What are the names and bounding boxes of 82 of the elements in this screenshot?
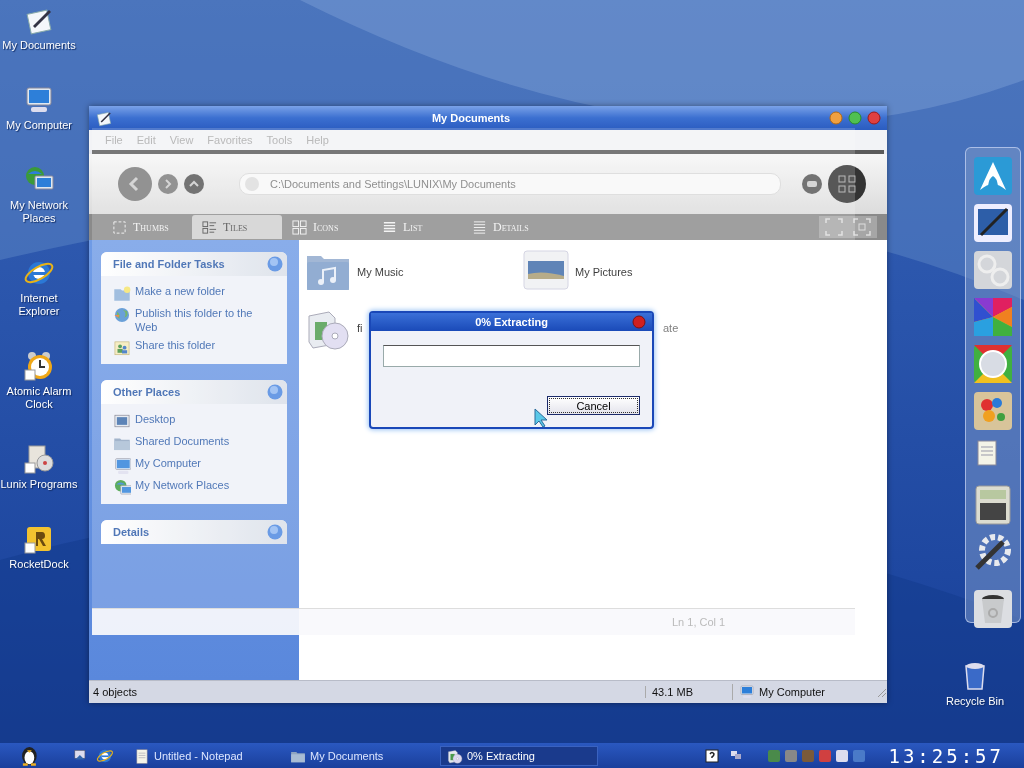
collapse-button[interactable]	[267, 384, 283, 400]
view-mode-icon	[472, 219, 487, 235]
paint-palette-icon[interactable]	[973, 391, 1013, 431]
cancel-button[interactable]: Cancel	[547, 396, 640, 415]
clock: 13:25:57	[888, 744, 1004, 767]
notepad-icon	[134, 747, 150, 764]
documents-icon	[95, 109, 113, 127]
forward-button[interactable]	[157, 173, 179, 195]
task-link[interactable]: My Computer	[135, 456, 202, 470]
status-text: 43.1 MB	[645, 686, 732, 698]
file-label[interactable]: fi	[357, 322, 363, 334]
trash-can-icon[interactable]	[973, 589, 1013, 629]
maximize-button[interactable]	[848, 111, 862, 125]
taskbar-button[interactable]: 0% Extracting	[440, 745, 598, 766]
gear-screwdriver-icon[interactable]	[973, 532, 1013, 572]
status-text: My Computer	[759, 686, 826, 698]
task-link[interactable]: Desktop	[135, 412, 176, 426]
taskbar-button[interactable]: Untitled - Notepad	[128, 745, 270, 766]
screen-pen-icon[interactable]	[973, 203, 1013, 243]
desktop-icon	[113, 412, 131, 430]
task-link[interactable]: Publish this folder to the Web	[135, 306, 267, 334]
glass-orb-icon[interactable]	[973, 344, 1013, 384]
window-title: My Documents	[430, 112, 512, 124]
taskbar-button[interactable]: My Documents	[284, 745, 426, 766]
task-link[interactable]: Shared Documents	[135, 434, 230, 448]
back-button[interactable]	[117, 166, 153, 202]
task-link[interactable]: Make a new folder	[135, 284, 225, 298]
close-button[interactable]	[867, 111, 881, 125]
status-text: 4 objects	[92, 686, 139, 698]
network-computer-icon	[113, 478, 131, 496]
task-link[interactable]: My Network Places	[135, 478, 230, 492]
zoom-button[interactable]	[853, 218, 871, 236]
color-wheel-icon[interactable]	[973, 297, 1013, 337]
collapse-button[interactable]	[267, 256, 283, 272]
view-tab[interactable]: Icons	[282, 215, 372, 239]
help-icon[interactable]	[705, 748, 720, 763]
people-folder-icon	[113, 338, 131, 356]
view-mode-icon	[382, 219, 397, 235]
computer-icon	[739, 684, 755, 700]
view-mode-icon	[292, 219, 307, 235]
status-text: Ln 1, Col 1	[672, 616, 726, 628]
mouse-cursor	[534, 408, 550, 428]
file-label[interactable]: My Music	[357, 266, 404, 278]
task-link[interactable]: Share this folder	[135, 338, 216, 352]
view-mode-icon	[112, 219, 127, 235]
panel-title: Other Places	[113, 386, 181, 398]
minimize-button[interactable]	[829, 111, 843, 125]
globe-icon	[113, 306, 131, 324]
panel-title: File and Folder Tasks	[113, 258, 225, 270]
desktop-icon-label[interactable]: Internet Explorer	[0, 292, 78, 318]
computer-icon	[113, 456, 131, 474]
desktop-icon-label[interactable]: Lunix Programs	[0, 478, 78, 491]
file-label[interactable]: My Pictures	[575, 266, 633, 278]
gears-icon[interactable]	[973, 250, 1013, 290]
desktop-icon-label[interactable]: My Computer	[6, 119, 72, 132]
view-tab[interactable]: Details	[462, 215, 552, 239]
calculator-icon[interactable]	[973, 485, 1013, 525]
go-button[interactable]	[801, 173, 823, 195]
collapse-button[interactable]	[267, 524, 283, 540]
programs-cd-icon	[23, 443, 55, 475]
file-label[interactable]: ate	[663, 322, 679, 334]
view-tab[interactable]: List	[372, 215, 462, 239]
resize-grip	[875, 686, 887, 698]
view-tab[interactable]: Thumbs	[102, 215, 192, 239]
view-mode-icon	[202, 219, 217, 235]
desktop-icon-label[interactable]: Recycle Bin	[945, 695, 1005, 708]
view-tab[interactable]: Tiles	[192, 215, 282, 239]
desktop-icon-label[interactable]: My Documents	[2, 39, 76, 52]
arch-logo-icon[interactable]	[973, 156, 1013, 196]
dialog-title: 0% Extracting	[474, 316, 549, 328]
address-field[interactable]: C:\Documents and Settings\LUNIX\My Documents	[239, 173, 781, 195]
desktop-icon-label[interactable]: My Network Places	[0, 199, 78, 225]
desktop-icon-label[interactable]: Atomic Alarm Clock	[0, 385, 78, 411]
installer-cd-icon	[447, 747, 463, 764]
desktop-icon-label[interactable]: RocketDock	[9, 558, 69, 571]
tray-icon[interactable]	[835, 748, 850, 763]
alarm-clock-icon	[23, 350, 55, 382]
views-button[interactable]	[827, 164, 867, 204]
panel-title: Details	[113, 526, 150, 538]
up-button[interactable]	[183, 173, 205, 195]
close-button[interactable]	[632, 315, 646, 329]
fit-button[interactable]	[825, 218, 843, 236]
